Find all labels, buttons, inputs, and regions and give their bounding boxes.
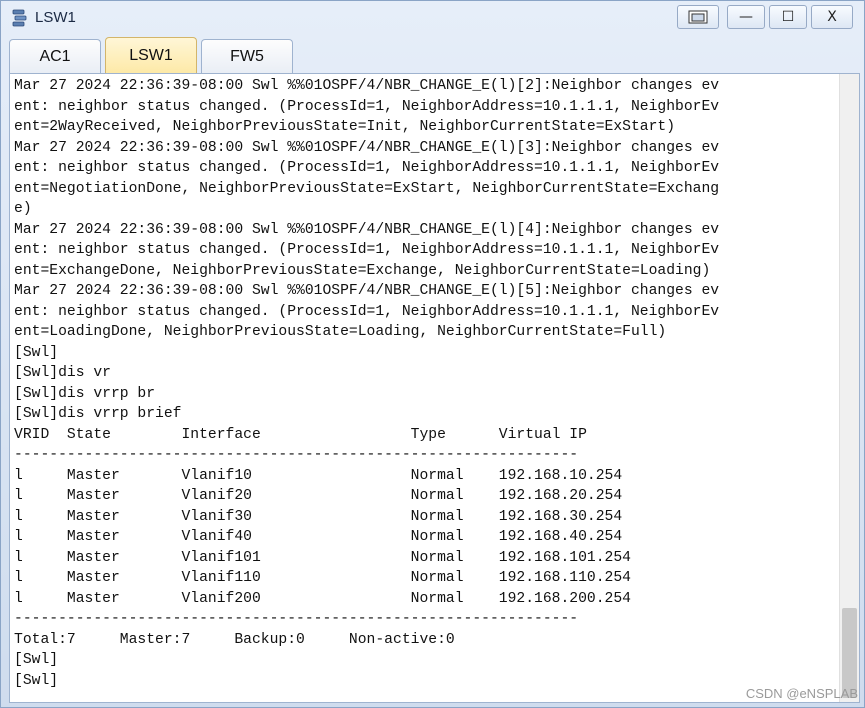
restore-icon (688, 10, 708, 24)
console-output[interactable]: Mar 27 2024 22:36:39-08:00 Swl %%01OSPF/… (9, 73, 860, 703)
minimize-button[interactable]: — (727, 5, 765, 29)
console-line: [Swl] (14, 672, 59, 689)
console-line: ent=NegotiationDone, NeighborPreviousSta… (14, 180, 720, 197)
window-title: LSW1 (35, 9, 76, 26)
console-line: [Swl]dis vr (14, 365, 111, 381)
console-line: ent: neighbor status changed. (ProcessId… (14, 160, 720, 176)
console-text: Mar 27 2024 22:36:39-08:00 Swl %%01OSPF/… (14, 76, 838, 691)
console-line: [Swl]dis vrrp br (14, 385, 156, 402)
terminal-window: LSW1 — ☐ X AC1 LSW1 FW5 Mar 27 2024 22:3… (0, 0, 865, 708)
console-line: [Swl]dis vrrp brief (14, 406, 182, 422)
console-line: Total:7 Master:7 Backup:0 Non-active:0 (14, 631, 455, 648)
console-line: ent: neighbor status changed. (ProcessId… (14, 242, 720, 258)
close-button[interactable]: X (811, 5, 853, 29)
minimize-icon: — (739, 9, 753, 25)
console-line: l Master Vlanif110 Normal 192.168.110.25… (14, 570, 631, 586)
watermark: CSDN @eNSPLAB (745, 686, 858, 701)
console-line: ----------------------------------------… (14, 611, 579, 627)
console-line: ent=LoadingDone, NeighborPreviousState=L… (14, 324, 667, 340)
console-line: ----------------------------------------… (14, 447, 579, 463)
console-line: l Master Vlanif40 Normal 192.168.40.254 (14, 529, 623, 545)
scrollbar-thumb[interactable] (842, 608, 857, 698)
console-line: l Master Vlanif20 Normal 192.168.20.254 (14, 488, 623, 504)
title-bar[interactable]: LSW1 — ☐ X (1, 1, 864, 35)
console-line: Mar 27 2024 22:36:39-08:00 Swl %%01OSPF/… (14, 139, 720, 156)
console-line: ent: neighbor status changed. (ProcessId… (14, 98, 720, 115)
maximize-button[interactable]: ☐ (769, 5, 807, 29)
console-line: [Swl] (14, 652, 59, 668)
maximize-icon: ☐ (781, 9, 795, 25)
console-line: l Master Vlanif30 Normal 192.168.30.254 (14, 508, 623, 525)
console-line: l Master Vlanif101 Normal 192.168.101.25… (14, 549, 631, 566)
close-icon: X (827, 9, 837, 25)
console-line: ent=2WayReceived, NeighborPreviousState=… (14, 119, 676, 135)
console-line: ent=ExchangeDone, NeighborPreviousState=… (14, 262, 711, 279)
tab-lsw1[interactable]: LSW1 (105, 37, 197, 74)
console-line: [Swl] (14, 344, 59, 361)
console-line: ent: neighbor status changed. (ProcessId… (14, 303, 720, 320)
console-line: Mar 27 2024 22:36:39-08:00 Swl %%01OSPF/… (14, 78, 720, 94)
console-line: VRID State Interface Type Virtual IP (14, 426, 587, 443)
restore-button[interactable] (677, 5, 719, 29)
console-line: Mar 27 2024 22:36:39-08:00 Swl %%01OSPF/… (14, 283, 720, 299)
console-line: l Master Vlanif10 Normal 192.168.10.254 (14, 467, 623, 484)
console-line: l Master Vlanif200 Normal 192.168.200.25… (14, 590, 631, 607)
console-line: Mar 27 2024 22:36:39-08:00 Swl %%01OSPF/… (14, 221, 720, 238)
tab-ac1[interactable]: AC1 (9, 39, 101, 73)
switch-app-icon (12, 9, 27, 27)
tab-fw5[interactable]: FW5 (201, 39, 293, 73)
console-line: e) (14, 201, 32, 217)
vertical-scrollbar[interactable] (839, 74, 859, 702)
